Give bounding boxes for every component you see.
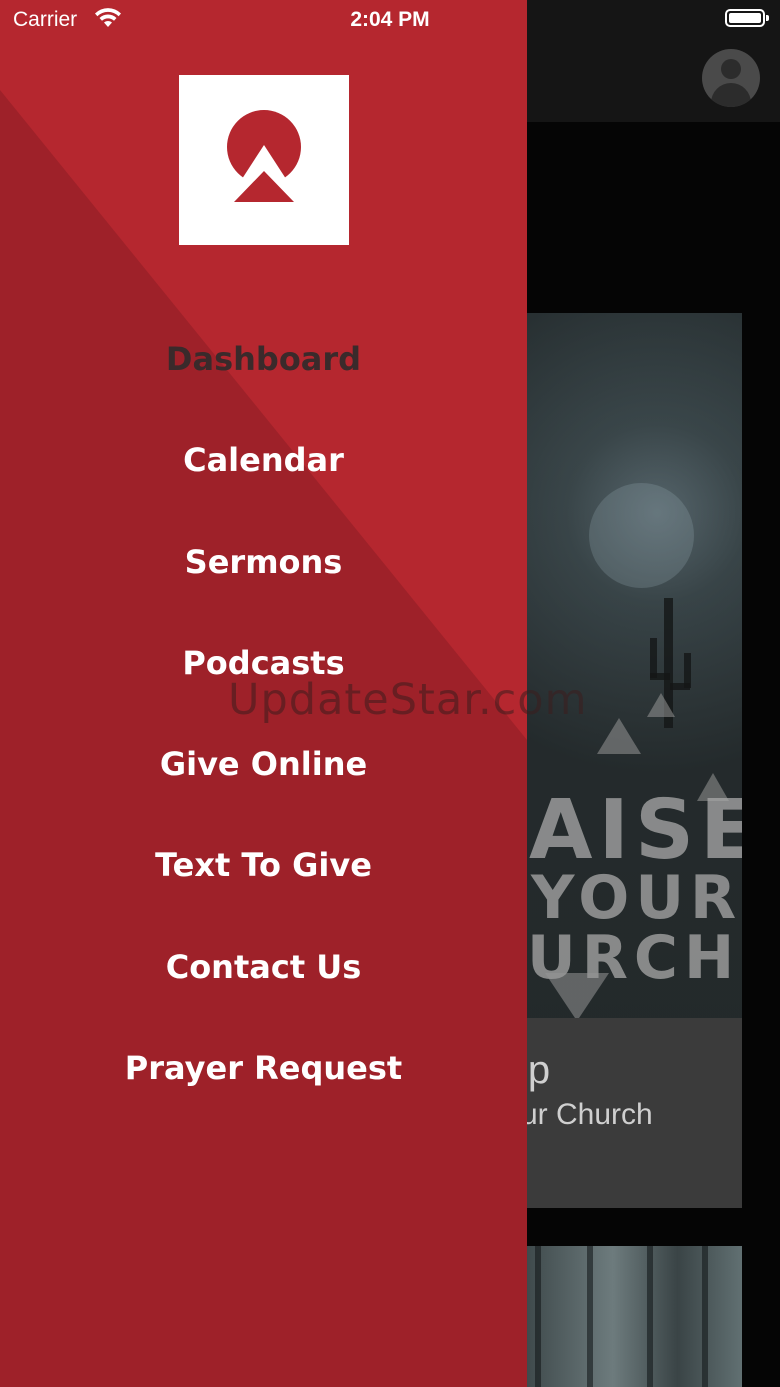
user-avatar-icon[interactable]	[702, 49, 760, 107]
menu-item-give-online[interactable]: Give Online	[0, 745, 527, 783]
status-time: 2:04 PM	[350, 8, 430, 31]
card-subtitle: ur Church	[527, 1098, 653, 1131]
menu-item-text-to-give[interactable]: Text To Give	[0, 846, 527, 884]
second-card[interactable]	[527, 1246, 742, 1387]
card-title: ip	[527, 1048, 551, 1092]
menu-item-calendar[interactable]: Calendar	[0, 441, 527, 479]
feature-image: AISE YOUR URCH	[527, 313, 742, 1021]
feature-card[interactable]: AISE YOUR URCH ip ur Church	[527, 313, 742, 1208]
church-logo[interactable]	[179, 75, 349, 245]
menu-item-prayer-request[interactable]: Prayer Request	[0, 1049, 527, 1087]
menu-item-contact-us[interactable]: Contact Us	[0, 948, 527, 986]
church-logo-icon	[227, 110, 301, 202]
feature-text-panel: ip ur Church	[527, 1018, 742, 1208]
menu-item-sermons[interactable]: Sermons	[0, 543, 527, 581]
menu-item-dashboard[interactable]: Dashboard	[0, 340, 527, 378]
watermark: UpdateStar.com	[228, 675, 588, 725]
battery-full-icon	[725, 9, 769, 27]
status-bar: Carrier 2:04 PM	[0, 0, 780, 42]
